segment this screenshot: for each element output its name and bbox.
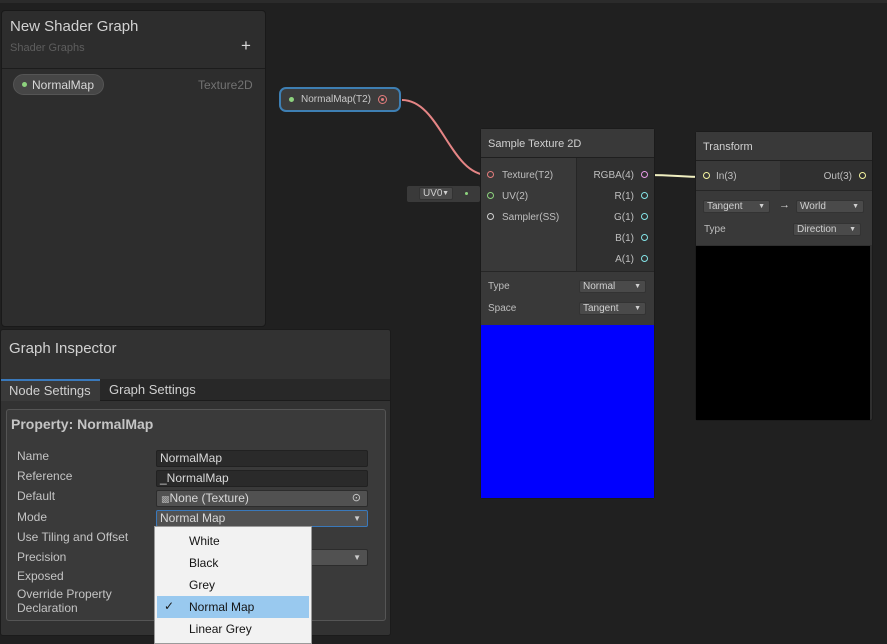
default-object-field[interactable]: ▩None (Texture) ⊙: [156, 490, 368, 507]
sample-texture-node[interactable]: Sample Texture 2D Texture(T2) UV(2) Samp…: [480, 128, 655, 499]
property-node[interactable]: NormalMap(T2): [279, 87, 401, 112]
rgba-output-port[interactable]: [641, 171, 648, 178]
b-output-port[interactable]: [641, 234, 648, 241]
port-label: RGBA(4): [593, 170, 634, 181]
node-controls: Tangent ▼ → World ▼ Type Direction ▼: [696, 190, 872, 245]
ports: In(3) Out(3): [696, 161, 872, 190]
node-header: Transform: [696, 132, 872, 161]
blackboard-panel: New Shader Graph Shader Graphs + NormalM…: [1, 10, 266, 327]
blackboard-subtitle: Shader Graphs: [10, 42, 85, 54]
out-output-port[interactable]: [859, 172, 866, 179]
texture-input-port[interactable]: [487, 171, 494, 178]
node-controls: Type Normal ▼ Space Tangent ▼: [481, 271, 654, 325]
r-output-port[interactable]: [641, 192, 648, 199]
node-header: Sample Texture 2D: [481, 129, 654, 158]
type-label: Type: [488, 281, 510, 292]
node-title: Sample Texture 2D: [488, 138, 582, 150]
override-label: Override Property: [17, 587, 112, 601]
port-label: Sampler(SS): [502, 212, 560, 223]
divider: [2, 68, 265, 69]
texture-output-port[interactable]: [378, 95, 387, 104]
type-dropdown[interactable]: Direction ▼: [793, 223, 861, 236]
chevron-down-icon: ▼: [353, 514, 361, 523]
from-space-dropdown[interactable]: Tangent ▼: [703, 200, 770, 213]
chevron-down-icon: ▼: [442, 190, 449, 197]
port-label: B(1): [615, 233, 634, 244]
precision-label: Precision: [17, 550, 67, 564]
input-ports: Texture(T2) UV(2) Sampler(SS): [481, 158, 576, 271]
wire-texture: [401, 99, 489, 176]
menu-item-grey[interactable]: Grey: [155, 574, 311, 596]
object-picker-icon[interactable]: ⊙: [352, 491, 361, 506]
menu-item-black[interactable]: Black: [155, 552, 311, 574]
property-type: Texture2D: [198, 78, 253, 92]
menu-item-white[interactable]: White: [155, 530, 311, 552]
port-label: G(1): [614, 212, 634, 223]
g-output-port[interactable]: [641, 213, 648, 220]
add-property-button[interactable]: +: [241, 37, 251, 54]
exposed-label: Exposed: [17, 569, 64, 583]
name-field[interactable]: NormalMap: [156, 450, 368, 467]
port-label: A(1): [615, 254, 634, 265]
menu-item-normal-map[interactable]: Normal Map: [157, 596, 309, 618]
default-label: Default: [17, 489, 56, 503]
uv-node: UV0 ▼: [407, 186, 480, 202]
blackboard-property-pill[interactable]: NormalMap: [13, 74, 105, 95]
uv-dot-icon: [465, 192, 468, 195]
port-label: UV(2): [502, 191, 529, 202]
property-dot-icon: [289, 97, 294, 102]
sampler-input-port[interactable]: [487, 213, 494, 220]
space-dropdown[interactable]: Tangent ▼: [579, 302, 646, 315]
override-label-line2: Declaration: [17, 601, 78, 615]
port-label: Out(3): [823, 171, 852, 182]
output-ports: RGBA(4) R(1) G(1) B(1) A(1): [576, 158, 654, 271]
space-label: Space: [488, 303, 517, 314]
to-space-dropdown[interactable]: World ▼: [796, 200, 864, 213]
tab-graph-settings[interactable]: Graph Settings: [109, 379, 196, 401]
in-input-port[interactable]: [703, 172, 710, 179]
property-dot-icon: [22, 82, 27, 87]
property-name: NormalMap: [32, 77, 95, 92]
type-label: Type: [704, 224, 726, 235]
tab-node-settings[interactable]: Node Settings: [1, 379, 100, 401]
chevron-down-icon: ▼: [849, 226, 856, 233]
type-dropdown[interactable]: Normal ▼: [579, 280, 646, 293]
chevron-down-icon: ▼: [634, 305, 641, 312]
chevron-down-icon: ▼: [852, 203, 859, 210]
tiling-label: Use Tiling and Offset: [17, 530, 129, 544]
texture-icon: ▩: [161, 494, 170, 504]
inspector-tabs: Node Settings Graph Settings: [1, 379, 390, 401]
uv-input-port[interactable]: [487, 192, 494, 199]
property-node-label: NormalMap(T2): [301, 94, 372, 105]
node-preview: [481, 325, 654, 498]
card-title: Property: NormalMap: [11, 416, 154, 432]
transform-node[interactable]: Transform In(3) Out(3) Tangent ▼ → World ▼…: [695, 131, 873, 421]
chevron-down-icon: ▼: [634, 283, 641, 290]
input-ports: In(3): [696, 161, 780, 190]
node-title: Transform: [703, 141, 753, 153]
blackboard-title: New Shader Graph: [10, 18, 139, 35]
node-preview: [696, 246, 870, 420]
port-label: Texture(T2): [502, 170, 554, 181]
menu-item-linear-grey[interactable]: Linear Grey: [155, 618, 311, 640]
inspector-title: Graph Inspector: [9, 340, 117, 357]
chevron-down-icon: ▼: [353, 553, 361, 562]
mode-popup-menu: White Black Grey Normal Map ✓ Linear Gre…: [154, 526, 312, 644]
name-label: Name: [17, 449, 50, 463]
uv-dropdown[interactable]: UV0 ▼: [419, 187, 453, 200]
arrow-right-icon: →: [779, 199, 790, 211]
reference-label: Reference: [17, 469, 73, 483]
port-label: R(1): [614, 191, 634, 202]
a-output-port[interactable]: [641, 255, 648, 262]
checkmark-icon: ✓: [164, 599, 175, 613]
mode-label: Mode: [17, 510, 48, 524]
default-value: None (Texture): [169, 491, 249, 505]
chevron-down-icon: ▼: [758, 203, 765, 210]
reference-field[interactable]: _NormalMap: [156, 470, 368, 487]
port-label: In(3): [716, 171, 737, 182]
mode-dropdown[interactable]: Normal Map ▼: [156, 510, 368, 527]
